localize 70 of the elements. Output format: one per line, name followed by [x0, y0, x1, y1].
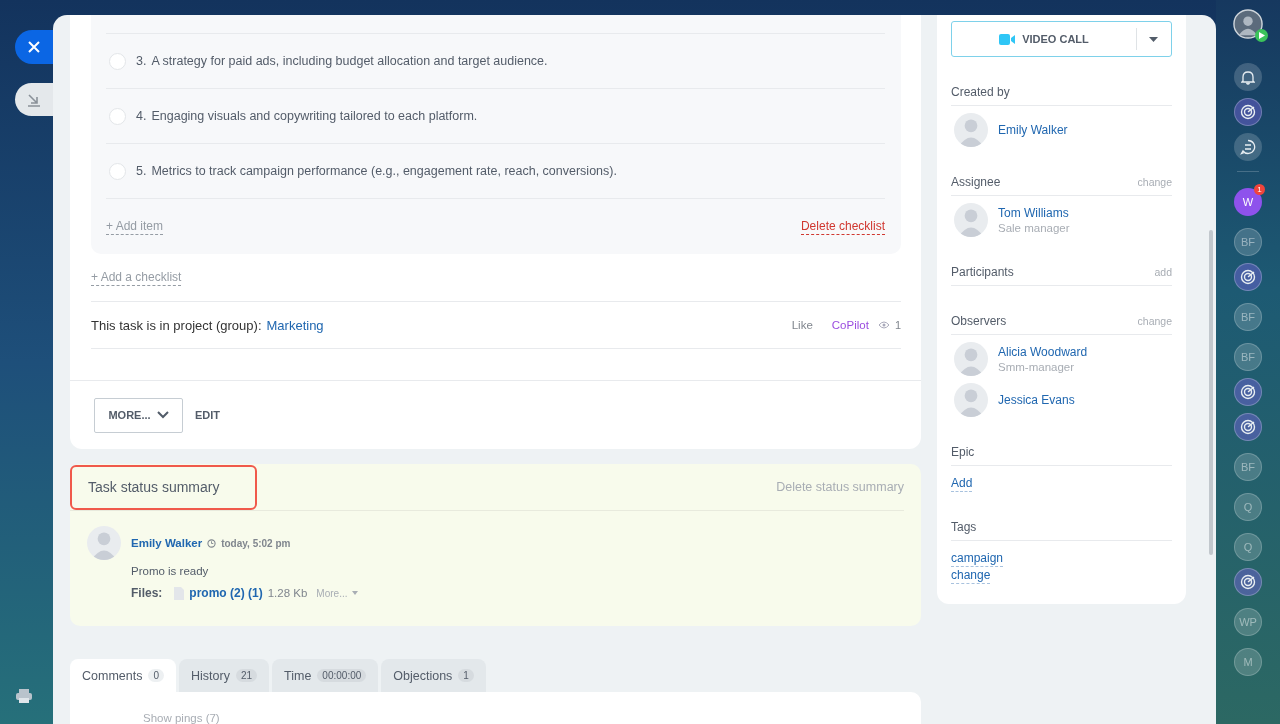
sidebar-link[interactable]: change	[951, 568, 991, 584]
tab[interactable]: Time 00:00:00	[272, 659, 379, 692]
project-link[interactable]: Marketing	[266, 317, 324, 333]
project-label: This task is in project (group):	[91, 317, 262, 333]
person-link[interactable]: Emily Walker	[998, 123, 1068, 137]
checklist-item-text: A strategy for paid ads, including budget allocation and target audience.	[151, 54, 548, 68]
sidebar-link[interactable]: campaign	[951, 551, 1004, 567]
chat-button[interactable]	[1234, 133, 1262, 161]
section-title: Epic	[951, 445, 975, 459]
timestamp: today, 5:02 pm	[221, 537, 291, 549]
eye-icon	[877, 321, 890, 329]
checklist-item-text: Engaging visuals and copywriting tailored to each platform.	[151, 109, 478, 123]
files-label: Files:	[131, 586, 163, 600]
item-number: 3.	[136, 54, 147, 68]
printer-icon[interactable]	[15, 688, 33, 704]
close-icon	[27, 40, 41, 54]
summary-text: Promo is ready	[131, 565, 210, 577]
user-avatar[interactable]	[1233, 9, 1263, 39]
add-checklist-link[interactable]: + Add a checklist	[91, 269, 182, 286]
section-title: Created by	[951, 85, 1010, 99]
edit-button[interactable]: EDIT	[195, 409, 221, 421]
person-link[interactable]: Tom Williams	[998, 206, 1070, 220]
minimize-icon	[27, 92, 41, 107]
file-link[interactable]: promo (2) (1)	[189, 586, 263, 600]
person-link[interactable]: Jessica Evans	[998, 393, 1075, 407]
play-badge-icon	[1255, 29, 1268, 42]
video-call-label: VIDEO CALL	[1022, 33, 1089, 45]
avatar	[87, 526, 121, 560]
checkbox[interactable]	[109, 162, 126, 180]
tab[interactable]: Objections 1	[381, 659, 486, 692]
view-count: 1	[894, 319, 901, 331]
file-size: 1.28 Kb	[267, 587, 308, 599]
video-camera-icon	[999, 33, 1016, 45]
video-call-button[interactable]: VIDEO CALL	[951, 21, 1172, 57]
person-link[interactable]: Alicia Woodward	[998, 345, 1088, 359]
tab[interactable]: History 21	[179, 659, 270, 692]
checkbox[interactable]	[109, 107, 126, 125]
add-item-link[interactable]: + Add item	[106, 218, 164, 235]
section-title: Assignee	[951, 175, 1001, 189]
close-button[interactable]	[15, 30, 53, 64]
item-number: 5.	[136, 164, 147, 178]
avatar	[954, 342, 988, 376]
chevron-down-icon	[156, 411, 169, 419]
person-role: Sale manager	[998, 222, 1070, 234]
item-number: 4.	[136, 109, 147, 123]
copilot-link[interactable]: CoPilot	[831, 319, 869, 331]
sidebar-link[interactable]: Add	[951, 476, 973, 492]
section-title: Observers	[951, 314, 1007, 328]
minimize-button[interactable]	[15, 83, 53, 116]
section-title: Participants	[951, 265, 1014, 279]
clock-icon	[207, 538, 217, 548]
person-role: Smm-manager	[998, 361, 1076, 373]
checkbox[interactable]	[109, 52, 126, 70]
avatar	[954, 383, 988, 417]
scrollbar-thumb[interactable]	[1209, 230, 1213, 555]
avatar	[954, 113, 988, 147]
bell-icon	[1241, 69, 1255, 85]
more-button[interactable]: MORE...	[94, 397, 183, 433]
section-title: Tags	[951, 520, 977, 534]
tab[interactable]: Comments 0	[70, 659, 176, 692]
author-link[interactable]: Emily Walker	[131, 537, 203, 549]
checklist-item-text: Metrics to track campaign performance (e.g., engagement rate, reach, conversions).	[151, 164, 617, 178]
like-link[interactable]: Like	[791, 319, 813, 331]
delete-checklist-link[interactable]: Delete checklist	[800, 218, 885, 235]
unread-badge: 1	[1254, 184, 1265, 195]
status-summary-title: Task status summary	[70, 464, 258, 510]
caret-icon[interactable]	[1149, 36, 1158, 42]
notifications-button[interactable]	[1234, 63, 1262, 91]
avatar	[954, 203, 988, 237]
chat-icon	[1240, 139, 1256, 155]
